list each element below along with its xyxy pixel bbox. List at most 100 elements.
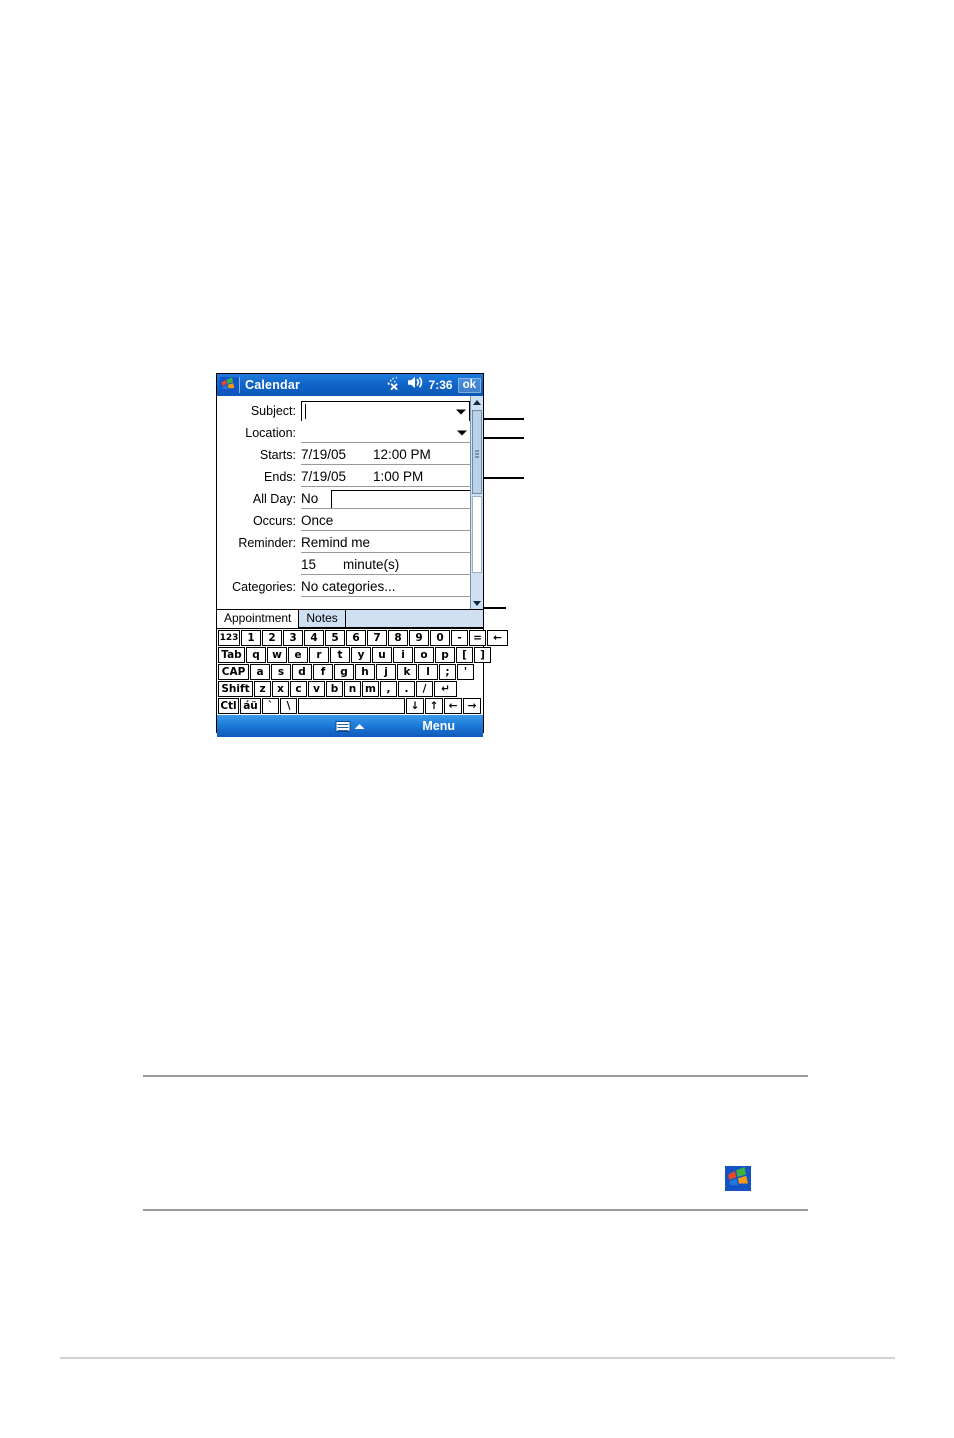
connectivity-disconnected-icon[interactable] (387, 376, 402, 395)
key-v[interactable]: v (308, 681, 325, 697)
speaker-icon[interactable] (407, 376, 424, 394)
arrow-up-icon[interactable]: ↑ (425, 698, 443, 714)
key-n[interactable]: n (344, 681, 361, 697)
form-scrollbar[interactable] (470, 396, 483, 609)
pocket-pc-device-screenshot: Calendar 7:36 ok Subject: Location: Star… (216, 373, 508, 737)
key-accents[interactable]: áü (240, 698, 261, 714)
key-b[interactable]: b (326, 681, 343, 697)
key-a[interactable]: a (250, 664, 270, 680)
key-bracket-right[interactable]: ] (474, 647, 491, 663)
form-field-list: Subject: Location: Starts: 7/19/05 12:00… (217, 396, 470, 609)
reminder-field[interactable]: Remind me (301, 533, 470, 553)
key-h[interactable]: h (355, 664, 375, 680)
key-space[interactable] (298, 698, 405, 714)
reminder-unit-field[interactable]: minute(s) (343, 555, 470, 574)
categories-field[interactable]: No categories... (301, 577, 470, 597)
all-day-field[interactable]: No (301, 489, 331, 508)
location-input[interactable] (301, 423, 470, 443)
key-z[interactable]: z (254, 681, 271, 697)
arrow-down-icon[interactable]: ↓ (406, 698, 424, 714)
starts-time-field[interactable]: 12:00 PM (373, 445, 470, 464)
key-u[interactable]: u (372, 647, 392, 663)
key-4[interactable]: 4 (304, 630, 324, 646)
menu-button[interactable]: Menu (422, 719, 455, 733)
clock-time[interactable]: 7:36 (429, 378, 453, 392)
tab-bar-filler (345, 610, 483, 628)
key-k[interactable]: k (397, 664, 417, 680)
ok-button[interactable]: ok (457, 377, 481, 393)
chevron-up-icon[interactable] (354, 723, 365, 729)
key-123[interactable]: 123 (218, 630, 240, 646)
reminder-amount-field[interactable]: 15 (301, 555, 343, 574)
all-day-label: All Day: (252, 492, 296, 506)
key-o[interactable]: o (414, 647, 434, 663)
key-bracket-left[interactable]: [ (456, 647, 473, 663)
chevron-down-icon[interactable] (456, 409, 466, 415)
subject-input[interactable] (301, 401, 470, 421)
key-7[interactable]: 7 (367, 630, 387, 646)
key-apostrophe[interactable]: ' (457, 664, 474, 680)
soft-keyboard-toggle[interactable] (335, 720, 365, 732)
key-2[interactable]: 2 (262, 630, 282, 646)
key-9[interactable]: 9 (409, 630, 429, 646)
key-equals[interactable]: = (469, 630, 486, 646)
tab-notes[interactable]: Notes (299, 610, 346, 628)
starts-date-field[interactable]: 7/19/05 (301, 445, 373, 464)
key-semicolon[interactable]: ; (439, 664, 456, 680)
arrow-right-icon[interactable]: → (463, 698, 481, 714)
arrow-left-icon[interactable]: ← (444, 698, 462, 714)
key-5[interactable]: 5 (325, 630, 345, 646)
key-p[interactable]: p (435, 647, 455, 663)
key-x[interactable]: x (272, 681, 289, 697)
key-1[interactable]: 1 (241, 630, 261, 646)
key-y[interactable]: y (351, 647, 371, 663)
key-shift[interactable]: Shift (218, 681, 253, 697)
key-r[interactable]: r (309, 647, 329, 663)
form-row-starts: Starts: 7/19/05 12:00 PM (217, 443, 470, 465)
key-m[interactable]: m (362, 681, 379, 697)
key-l[interactable]: l (418, 664, 438, 680)
key-i[interactable]: i (393, 647, 413, 663)
key-w[interactable]: w (267, 647, 287, 663)
windows-logo-icon[interactable] (220, 377, 240, 393)
key-slash[interactable]: / (416, 681, 433, 697)
key-8[interactable]: 8 (388, 630, 408, 646)
tab-appointment[interactable]: Appointment (217, 610, 300, 628)
key-backslash[interactable]: \ (280, 698, 297, 714)
device-command-bar: Menu (217, 715, 483, 737)
chevron-down-icon[interactable] (457, 430, 467, 435)
key-0[interactable]: 0 (430, 630, 450, 646)
ends-date-field[interactable]: 7/19/05 (301, 467, 373, 486)
scroll-thumb-grip-icon[interactable] (472, 410, 482, 494)
backspace-icon[interactable]: ← (487, 630, 508, 646)
key-t[interactable]: t (330, 647, 350, 663)
key-caps-lock[interactable]: CAP (218, 664, 249, 680)
key-tab[interactable]: Tab (218, 647, 245, 663)
enter-icon[interactable]: ↵ (434, 681, 457, 697)
categories-label: Categories: (232, 580, 296, 594)
key-minus[interactable]: - (451, 630, 468, 646)
key-6[interactable]: 6 (346, 630, 366, 646)
key-e[interactable]: e (288, 647, 308, 663)
key-c[interactable]: c (290, 681, 307, 697)
key-ctrl[interactable]: Ctl (218, 698, 239, 714)
key-f[interactable]: f (313, 664, 333, 680)
scroll-track[interactable] (472, 496, 482, 573)
key-j[interactable]: j (376, 664, 396, 680)
key-d[interactable]: d (292, 664, 312, 680)
soft-keyboard-icon[interactable] (335, 720, 351, 732)
keyboard-row-bottom: Shift z x c v b n m , . / ↵ (218, 681, 482, 697)
key-comma[interactable]: , (380, 681, 397, 697)
key-g[interactable]: g (334, 664, 354, 680)
key-backtick[interactable]: ` (262, 698, 279, 714)
windows-logo-icon (725, 1166, 751, 1191)
key-s[interactable]: s (271, 664, 291, 680)
occurs-field[interactable]: Once (301, 511, 470, 531)
key-q[interactable]: q (246, 647, 266, 663)
key-period[interactable]: . (398, 681, 415, 697)
subject-field-wrap (301, 401, 470, 421)
scroll-up-arrow-icon[interactable] (471, 396, 483, 408)
ends-time-field[interactable]: 1:00 PM (373, 467, 470, 486)
scroll-down-arrow-icon[interactable] (471, 597, 483, 609)
key-3[interactable]: 3 (283, 630, 303, 646)
